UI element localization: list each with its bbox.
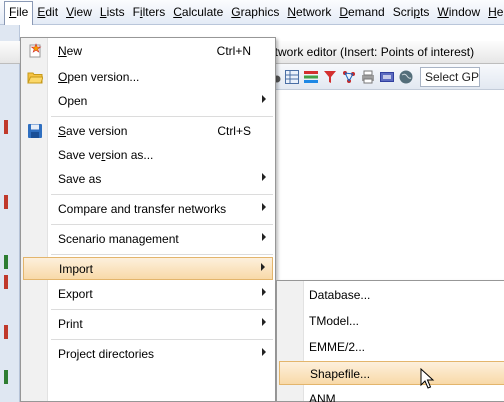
network-icon[interactable]	[341, 69, 357, 85]
layer-marker	[4, 370, 8, 384]
submenu-arrow-icon	[262, 203, 266, 211]
menu-file[interactable]: File	[4, 1, 34, 25]
menu-item-save-version-as[interactable]: Save version as...	[23, 144, 273, 167]
menu-item-print[interactable]: Print	[23, 313, 273, 336]
menu-item-open-version[interactable]: Open version...	[23, 66, 273, 89]
open-folder-icon	[27, 69, 44, 85]
menu-view[interactable]: View	[62, 2, 96, 23]
window-title: etwork editor (Insert: Points of interes…	[268, 45, 475, 59]
submenu-item-label: ANM	[309, 392, 336, 402]
submenu-item-shapefile[interactable]: Shapefile...	[279, 361, 504, 385]
submenu-item-tmodel[interactable]: TModel...	[279, 309, 504, 333]
menu-separator	[51, 224, 273, 225]
menu-scripts[interactable]: Scripts	[389, 2, 434, 23]
submenu-item-emme2[interactable]: EMME/2...	[279, 335, 504, 359]
menu-item-import-label: Import	[59, 262, 94, 276]
menu-item-save-version-as-label: Save ve	[58, 148, 102, 162]
submenu-item-label: EMME/2...	[309, 340, 366, 354]
menu-separator	[51, 339, 273, 340]
menu-item-export-label: Export	[58, 287, 93, 301]
submenu-item-label: TModel...	[309, 314, 360, 328]
menu-item-export[interactable]: Export	[23, 283, 273, 306]
menu-help[interactable]: Help	[484, 2, 504, 23]
menu-network[interactable]: Network	[283, 2, 335, 23]
menu-calculate[interactable]: Calculate	[169, 2, 227, 23]
menu-item-open-version-label: pen version...	[67, 70, 140, 84]
menu-item-scenario-management[interactable]: Scenario management	[23, 228, 273, 251]
mnemonic-o: O	[58, 70, 68, 84]
mouse-pointer-icon	[420, 368, 435, 389]
menu-window[interactable]: Window	[433, 2, 484, 23]
menu-item-compare-transfer[interactable]: Compare and transfer networks	[23, 198, 273, 221]
menu-item-open[interactable]: Open	[23, 90, 273, 113]
submenu-item-database[interactable]: Database...	[279, 283, 504, 307]
menu-item-save-as[interactable]: Save as	[23, 168, 273, 191]
save-icon	[27, 123, 43, 139]
menu-graphics[interactable]: Graphics	[227, 2, 283, 23]
submenu-arrow-icon	[262, 173, 266, 181]
colors-icon[interactable]	[303, 69, 319, 85]
submenu-arrow-icon	[262, 95, 266, 103]
submenu-arrow-icon	[261, 263, 265, 271]
menu-bar: File Edit View Lists Filters Calculate G…	[0, 0, 504, 25]
table-icon[interactable]	[284, 69, 300, 85]
menu-separator	[51, 254, 273, 255]
menu-separator	[51, 116, 273, 117]
menu-filters[interactable]: Filters	[129, 2, 170, 23]
menu-item-save-version-label: ave version	[66, 124, 128, 138]
submenu-arrow-icon	[262, 288, 266, 296]
submenu-item-label: Shapefile...	[310, 367, 371, 381]
layer-marker	[4, 325, 8, 339]
mnemonic-n: N	[58, 44, 67, 58]
network-toolbar: Select GPar	[255, 64, 504, 90]
menu-demand[interactable]: Demand	[335, 2, 388, 23]
submenu-item-anm[interactable]: ANM	[279, 387, 504, 402]
import-submenu: Database... TModel... EMME/2... Shapefil…	[276, 280, 504, 402]
submenu-arrow-icon	[262, 233, 266, 241]
left-dock-strip	[0, 25, 20, 402]
menu-item-save-version[interactable]: Save version Ctrl+S	[23, 120, 273, 143]
menu-lists[interactable]: Lists	[96, 2, 129, 23]
menu-item-project-directories[interactable]: Project directories	[23, 343, 273, 366]
submenu-arrow-icon	[262, 318, 266, 326]
menu-separator	[51, 309, 273, 310]
menu-item-new[interactable]: New Ctrl+N	[23, 40, 273, 63]
menu-item-open-label: Open	[58, 94, 88, 108]
menu-separator	[51, 194, 273, 195]
graphic-parameters-select[interactable]: Select GPar	[420, 66, 480, 87]
layer-marker	[4, 255, 8, 269]
screenshot-icon[interactable]	[379, 69, 395, 85]
shortcut-label: Ctrl+S	[217, 124, 251, 138]
menu-item-compare-transfer-label: Compare and transfer networks	[58, 202, 227, 216]
menu-item-save-as-label: Save as	[58, 172, 102, 186]
menu-item-project-directories-label: Project directories	[58, 347, 155, 361]
menu-item-import[interactable]: Import	[23, 257, 273, 280]
layer-marker	[4, 120, 8, 134]
globe-icon[interactable]	[398, 69, 414, 85]
menu-item-scenario-management-label: Scenario management	[58, 232, 179, 246]
file-menu: New Ctrl+N Open version... Open Save ver…	[20, 37, 276, 402]
menu-item-new-label: ew	[66, 44, 83, 58]
menu-item-save-version-as-label-rest: sion as...	[105, 148, 154, 162]
menu-edit[interactable]: Edit	[33, 2, 62, 23]
layer-marker	[4, 275, 8, 289]
new-icon	[27, 43, 43, 59]
mnemonic-s: S	[58, 124, 67, 138]
submenu-item-label: Database...	[309, 288, 371, 302]
layer-marker	[4, 195, 8, 209]
submenu-arrow-icon	[262, 348, 266, 356]
print-icon[interactable]	[360, 69, 376, 85]
shortcut-label: Ctrl+N	[216, 44, 251, 58]
filter-icon[interactable]	[322, 69, 338, 85]
menu-item-print-label: Print	[58, 317, 83, 331]
